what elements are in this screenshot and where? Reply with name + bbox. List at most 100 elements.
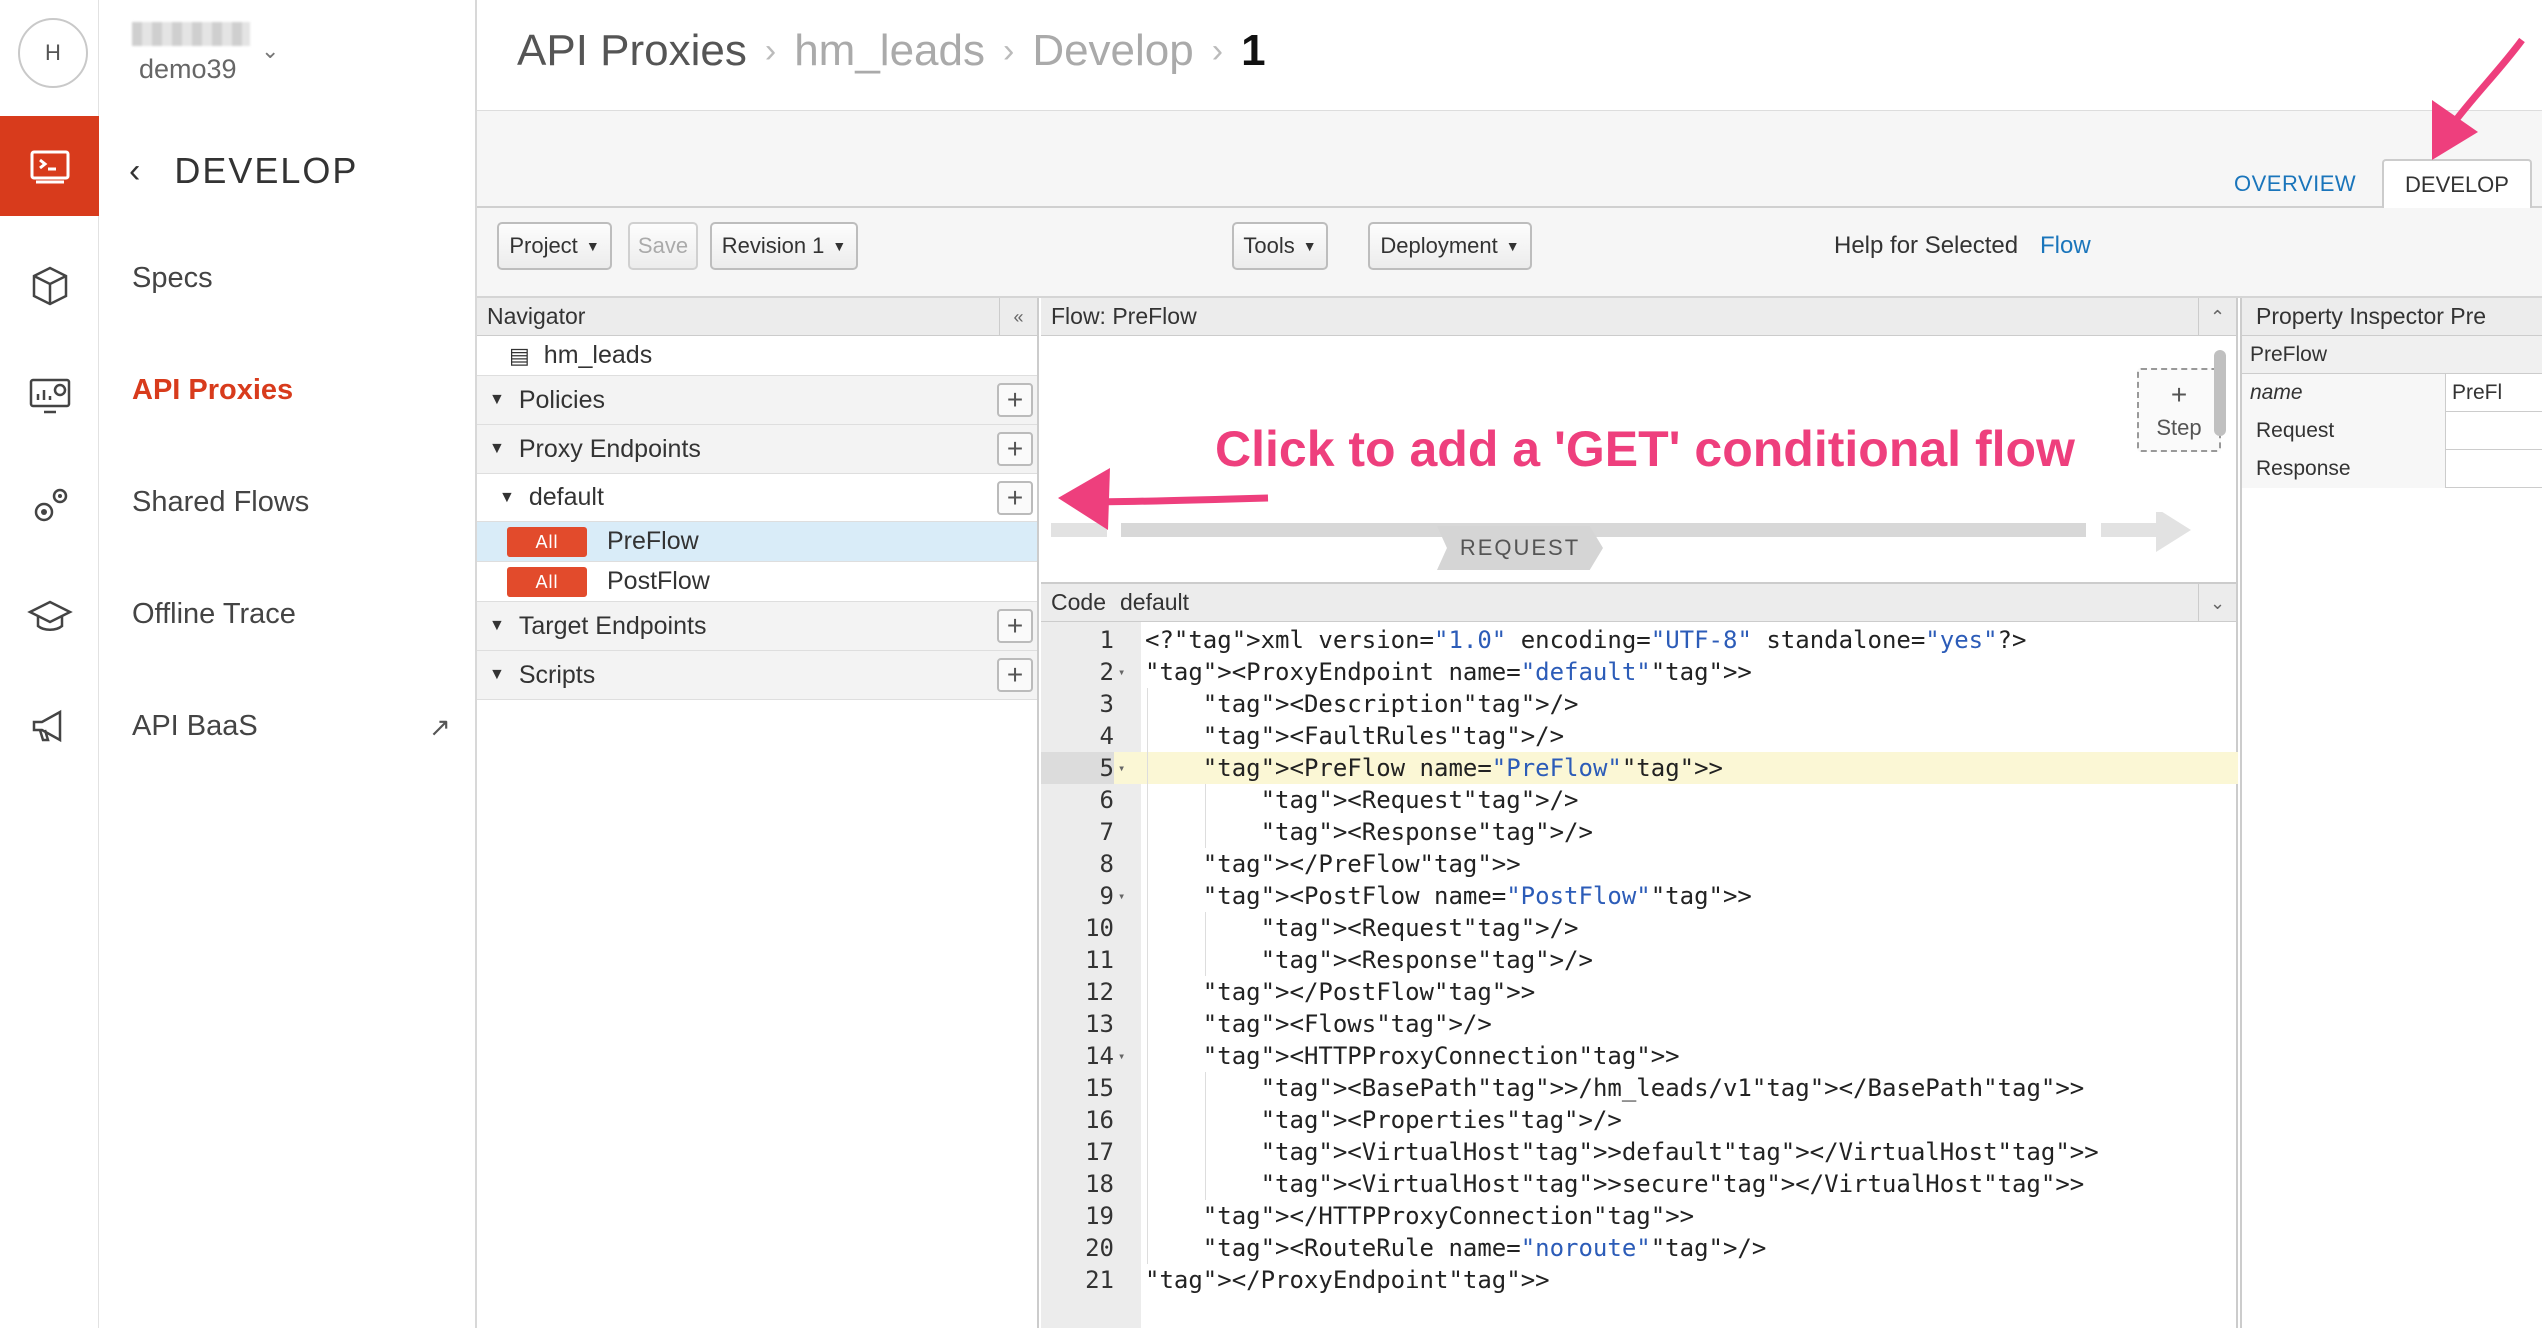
code-line[interactable]: 18 "tag"><VirtualHost"tag">>secure"tag">… — [1041, 1168, 2238, 1200]
code-text: "tag"><ProxyEndpoint name="default""tag"… — [1145, 658, 1752, 686]
deployment-menu-button[interactable]: Deployment ▼ — [1368, 222, 1532, 270]
postflow-label: PostFlow — [607, 567, 710, 595]
line-number: 5 — [1041, 752, 1114, 784]
collapse-down-icon[interactable]: ⌄ — [2198, 584, 2236, 622]
add-conditional-flow-button[interactable]: + — [997, 481, 1033, 515]
caret-down-icon: ▼ — [585, 238, 600, 254]
flow-postflow[interactable]: All PostFlow — [477, 562, 1037, 602]
section-scripts[interactable]: ▼ Scripts + — [477, 651, 1037, 700]
fold-caret-icon[interactable]: ▾ — [1118, 656, 1125, 688]
tab-overview[interactable]: OVERVIEW — [2234, 171, 2356, 197]
project-menu-button[interactable]: Project ▼ — [497, 222, 612, 270]
code-title-name: default — [1119, 589, 1190, 615]
subnav-api-proxies[interactable]: API Proxies — [132, 374, 293, 407]
proxy-root[interactable]: ▤ hm_leads — [477, 336, 1037, 376]
inspector-row-response[interactable]: Response — [2242, 449, 2542, 488]
help-flow-link[interactable]: Flow — [2040, 232, 2091, 260]
code-text: "tag"><PostFlow name="PostFlow""tag">> — [1202, 882, 1752, 910]
revision-menu-button[interactable]: Revision 1 ▼ — [710, 222, 858, 270]
add-script-button[interactable]: + — [997, 658, 1033, 692]
collapse-left-icon[interactable]: « — [999, 298, 1037, 336]
inspector-row-name[interactable]: name PreFl — [2242, 373, 2542, 412]
code-line[interactable]: 12 "tag"></PostFlow"tag">> — [1041, 976, 2238, 1008]
learn-icon[interactable] — [0, 566, 99, 666]
expand-triangle-icon[interactable]: ▼ — [489, 666, 505, 684]
section-target-endpoints[interactable]: ▼ Target Endpoints + — [477, 602, 1037, 651]
code-line[interactable]: 6 "tag"><Request"tag">/> — [1041, 784, 2238, 816]
collapse-up-icon[interactable]: ⌃ — [2198, 298, 2236, 336]
code-line[interactable]: 2 ▾ "tag"><ProxyEndpoint name="default""ta… — [1041, 656, 2238, 688]
revision-label: Revision 1 — [721, 233, 825, 258]
tab-develop[interactable]: DEVELOP — [2382, 159, 2532, 209]
subnav-api-baas[interactable]: API BaaS — [132, 710, 258, 743]
proxy-name: hm_leads — [543, 341, 653, 369]
save-button[interactable]: Save — [628, 222, 698, 270]
fold-caret-icon[interactable]: ▾ — [1118, 1040, 1125, 1072]
subnav-specs[interactable]: Specs — [132, 262, 213, 295]
code-line[interactable]: 15 "tag"><BasePath"tag">>/hm_leads/v1"ta… — [1041, 1072, 2238, 1104]
settings-icon[interactable] — [0, 456, 99, 556]
external-link-icon[interactable]: ↗ — [429, 712, 451, 743]
code-line[interactable]: 9 ▾ "tag"><PostFlow name="PostFlow""tag">… — [1041, 880, 2238, 912]
chevron-down-icon[interactable]: ⌄ — [261, 38, 279, 64]
flow-preflow[interactable]: All PreFlow — [477, 522, 1037, 562]
user-avatar[interactable]: H — [18, 18, 88, 88]
code-line[interactable]: 19 "tag"></HTTPProxyConnection"tag">> — [1041, 1200, 2238, 1232]
add-proxy-endpoint-button[interactable]: + — [997, 432, 1033, 466]
subnav-shared-flows[interactable]: Shared Flows — [132, 486, 309, 519]
code-line[interactable]: 13 "tag"><Flows"tag">/> — [1041, 1008, 2238, 1040]
code-line[interactable]: 20 "tag"><RouteRule name="noroute""tag">… — [1041, 1232, 2238, 1264]
add-policy-button[interactable]: + — [997, 383, 1033, 417]
code-line[interactable]: 1 <?"tag">xml version="1.0" encoding="UTF… — [1041, 624, 2238, 656]
line-number: 1 — [1099, 626, 1114, 654]
breadcrumb-proxy[interactable]: hm_leads — [794, 26, 985, 76]
code-line[interactable]: 17 "tag"><VirtualHost"tag">>default"tag"… — [1041, 1136, 2238, 1168]
code-line[interactable]: 14 ▾ "tag"><HTTPProxyConnection"tag">> — [1041, 1040, 2238, 1072]
code-line[interactable]: 7 "tag"><Response"tag">/> — [1041, 816, 2238, 848]
inspector-row-request[interactable]: Request — [2242, 411, 2542, 450]
section-title: DEVELOP — [174, 150, 359, 191]
package-icon[interactable] — [0, 236, 99, 336]
code-line[interactable]: 10 "tag"><Request"tag">/> — [1041, 912, 2238, 944]
flow-scrollbar[interactable] — [2214, 350, 2226, 436]
subnav-offline-trace[interactable]: Offline Trace — [132, 598, 296, 631]
code-line[interactable]: 5 ▾ "tag"><PreFlow name="PreFlow""tag">> — [1041, 752, 2238, 784]
code-line[interactable]: 8 "tag"></PreFlow"tag">> — [1041, 848, 2238, 880]
step-label: Step — [2156, 415, 2202, 440]
code-text: "tag"><FaultRules"tag">/> — [1202, 722, 1565, 750]
line-number: 18 — [1085, 1170, 1114, 1198]
expand-triangle-icon[interactable]: ▼ — [489, 440, 505, 458]
back-chevron-icon[interactable]: ‹ — [129, 152, 142, 191]
code-text: "tag"><Response"tag">/> — [1260, 946, 1593, 974]
org-name[interactable]: demo39 — [139, 54, 237, 85]
code-line[interactable]: 3 "tag"><Description"tag">/> — [1041, 688, 2238, 720]
fold-caret-icon[interactable]: ▾ — [1118, 752, 1125, 784]
code-header: Code default ⌄ — [1041, 584, 2236, 622]
inspector-value[interactable]: PreFl — [2446, 381, 2502, 405]
code-line[interactable]: 21 "tag"></ProxyEndpoint"tag">> — [1041, 1264, 2238, 1296]
endpoint-default[interactable]: ▼ default + — [477, 474, 1037, 522]
line-number: 9 — [1099, 882, 1114, 910]
line-number: 20 — [1085, 1234, 1114, 1262]
code-text: "tag"></HTTPProxyConnection"tag">> — [1202, 1202, 1695, 1230]
code-editor[interactable]: 1 <?"tag">xml version="1.0" encoding="UTF… — [1041, 624, 2238, 1296]
code-line[interactable]: 4 "tag"><FaultRules"tag">/> — [1041, 720, 2238, 752]
section-proxy-endpoints[interactable]: ▼ Proxy Endpoints + — [477, 425, 1037, 474]
tools-menu-button[interactable]: Tools ▼ — [1232, 222, 1328, 270]
expand-triangle-icon[interactable]: ▼ — [489, 391, 505, 409]
analytics-icon[interactable] — [0, 346, 99, 446]
breadcrumb-api-proxies[interactable]: API Proxies — [517, 26, 747, 76]
expand-triangle-icon[interactable]: ▼ — [489, 617, 505, 635]
expand-triangle-icon[interactable]: ▼ — [499, 489, 515, 507]
section-policies[interactable]: ▼ Policies + — [477, 376, 1037, 425]
code-text: "tag"><Request"tag">/> — [1260, 914, 1579, 942]
publish-icon[interactable] — [0, 676, 99, 776]
breadcrumb-develop[interactable]: Develop — [1032, 26, 1193, 76]
code-line[interactable]: 11 "tag"><Response"tag">/> — [1041, 944, 2238, 976]
code-line[interactable]: 16 "tag"><Properties"tag">/> — [1041, 1104, 2238, 1136]
develop-icon[interactable] — [0, 116, 99, 216]
add-target-endpoint-button[interactable]: + — [997, 609, 1033, 643]
add-step-button[interactable]: + Step — [2137, 368, 2221, 452]
fold-caret-icon[interactable]: ▾ — [1118, 880, 1125, 912]
code-text: "tag"><HTTPProxyConnection"tag">> — [1202, 1042, 1680, 1070]
